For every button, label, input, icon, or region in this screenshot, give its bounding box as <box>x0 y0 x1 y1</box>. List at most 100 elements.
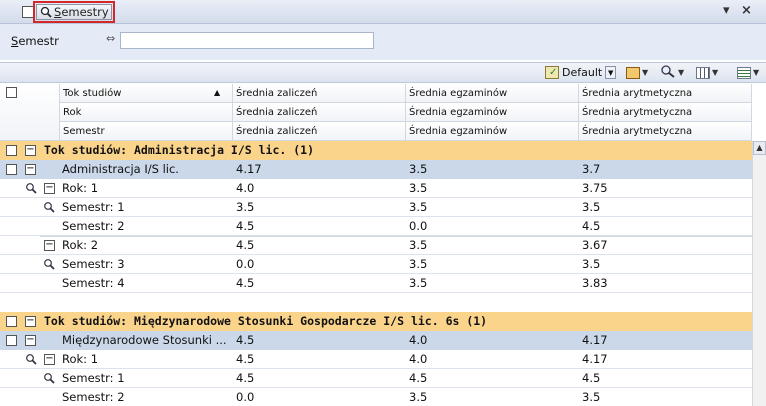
chevron-down-icon[interactable]: ▼ <box>753 68 759 77</box>
magnifier-icon <box>40 6 52 18</box>
collapse-icon[interactable]: − <box>25 335 36 346</box>
magnifier-icon[interactable] <box>43 372 55 387</box>
search-icon <box>660 64 676 81</box>
header-sem-srednia-zaliczen[interactable]: Średnia zaliczeń <box>233 122 406 141</box>
vertical-scrollbar[interactable]: ▲ <box>752 141 766 406</box>
header-sem-srednia-egzaminow[interactable]: Średnia egzaminów <box>406 122 579 141</box>
semestr-name: Semestr: 1 <box>62 200 125 214</box>
semestr-row[interactable]: Semestr: 3 0.0 3.5 3.5 <box>0 255 752 274</box>
semestry-accel: S <box>54 5 62 19</box>
srednia-zaliczen-value: 0.0 <box>236 257 255 271</box>
header-semestr[interactable]: Semestr <box>60 122 233 141</box>
collapse-icon[interactable]: − <box>25 316 36 327</box>
header-sem-srednia-arytmetyczna[interactable]: Średnia arytmetyczna <box>579 122 752 141</box>
srednia-egzaminow-value: 3.5 <box>409 390 428 404</box>
group-row[interactable]: − Tok studiów: Międzynarodowe Stosunki Go… <box>0 312 752 331</box>
srednia-arytmetyczna-value: 3.7 <box>582 162 601 176</box>
semestr-filter-input[interactable] <box>120 32 374 49</box>
srednia-arytmetyczna-value: 4.17 <box>582 333 608 347</box>
semestr-row[interactable]: Semestr: 2 0.0 3.5 3.5 <box>0 388 752 406</box>
grouping-button[interactable]: ▼ <box>737 63 759 82</box>
srednia-egzaminow-value: 3.5 <box>409 238 428 252</box>
rok-row[interactable]: − Rok: 2 4.5 3.5 3.67 <box>0 236 752 255</box>
layout-selector[interactable]: ✓ Default ▼ <box>545 63 617 82</box>
rok-name: Rok: 2 <box>62 238 99 252</box>
semestr-row[interactable]: Semestr: 1 4.5 4.5 4.5 <box>0 369 752 388</box>
srednia-zaliczen-value: 3.5 <box>236 200 255 214</box>
srednia-egzaminow-value: 3.5 <box>409 276 428 290</box>
chevron-down-icon[interactable]: ▼ <box>712 68 718 77</box>
chevron-down-icon[interactable]: ▼ <box>605 66 617 79</box>
srednia-arytmetyczna-value: 4.5 <box>582 219 601 233</box>
row-checkbox[interactable] <box>6 335 17 346</box>
data-grid: − Tok studiów: Administracja I/S lic. (1)… <box>0 141 752 406</box>
header-scroll-spacer <box>752 84 766 141</box>
clipboard-icon <box>626 66 640 79</box>
header-select-checkbox[interactable] <box>6 87 17 98</box>
header-tok-studiow[interactable]: Tok studiów <box>60 84 233 103</box>
sort-ascending-icon: ▲ <box>214 88 221 97</box>
columns-button[interactable]: ▼ <box>696 63 718 82</box>
header-srednia-zaliczen[interactable]: Średnia zaliczeń <box>233 84 406 103</box>
layout-label: Default <box>562 66 603 79</box>
srednia-egzaminow-value: 0.0 <box>409 219 428 233</box>
srednia-zaliczen-value: 4.5 <box>236 333 255 347</box>
magnifier-icon[interactable] <box>43 201 55 216</box>
srednia-arytmetyczna-value: 3.75 <box>582 181 608 195</box>
search-button[interactable]: ▼ <box>660 63 684 82</box>
header-rok-srednia-zaliczen[interactable]: Średnia zaliczeń <box>233 103 406 122</box>
srednia-egzaminow-value: 4.5 <box>409 371 428 385</box>
columns-icon <box>696 66 710 79</box>
tok-row[interactable]: − Administracja I/S lic. 4.17 3.5 3.7 <box>0 160 752 179</box>
semestr-row[interactable]: Semestr: 4 4.5 3.5 3.83 <box>0 274 752 293</box>
collapse-icon[interactable]: − <box>44 183 55 194</box>
header-srednia-arytmetyczna[interactable]: Średnia arytmetyczna <box>579 84 752 103</box>
export-button[interactable]: ▼ <box>626 63 648 82</box>
collapse-icon[interactable]: − <box>44 354 55 365</box>
scroll-up-arrow-icon[interactable]: ▲ <box>753 141 766 155</box>
tok-name: Międzynarodowe Stosunki ... <box>62 333 226 347</box>
srednia-arytmetyczna-value: 4.5 <box>582 371 601 385</box>
layout-icon: ✓ <box>545 66 559 79</box>
filter-operator-icon[interactable]: ⇔ <box>106 32 115 45</box>
header-srednia-egzaminow[interactable]: Średnia egzaminów <box>406 84 579 103</box>
rok-row[interactable]: − Rok: 1 4.0 3.5 3.75 <box>0 179 752 198</box>
collapse-icon[interactable]: − <box>44 240 55 251</box>
collapse-icon[interactable]: − <box>25 145 36 156</box>
semestr-row[interactable]: Semestr: 1 3.5 3.5 3.5 <box>0 198 752 217</box>
semestr-row[interactable]: Semestr: 2 4.5 0.0 4.5 <box>0 217 752 236</box>
rok-row[interactable]: − Rok: 1 4.5 4.0 4.17 <box>0 350 752 369</box>
collapse-icon[interactable]: − <box>25 164 36 175</box>
column-headers: Tok studiów ▲ Średnia zaliczeń Średnia e… <box>0 84 752 141</box>
srednia-zaliczen-value: 4.5 <box>236 276 255 290</box>
srednia-arytmetyczna-value: 3.67 <box>582 238 608 252</box>
rok-name: Rok: 1 <box>62 181 99 195</box>
chevron-down-icon[interactable]: ▼ <box>678 68 684 77</box>
row-checkbox[interactable] <box>6 316 17 327</box>
srednia-egzaminow-value: 3.5 <box>409 257 428 271</box>
semestry-label: emestry <box>61 5 109 19</box>
row-checkbox[interactable] <box>6 164 17 175</box>
magnifier-icon[interactable] <box>43 258 55 273</box>
group-row[interactable]: − Tok studiów: Administracja I/S lic. (1) <box>0 141 752 160</box>
pin-dropdown-icon[interactable]: ▾ <box>723 3 730 19</box>
tok-row[interactable]: − Międzynarodowe Stosunki ... 4.5 4.0 4.17 <box>0 331 752 350</box>
group-caption: Tok studiów: Międzynarodowe Stosunki Gos… <box>44 314 488 328</box>
semestr-filter-label: Semestr <box>11 34 59 48</box>
semestr-name: Semestr: 4 <box>62 276 125 290</box>
magnifier-icon[interactable] <box>25 353 37 368</box>
header-rok[interactable]: Rok <box>60 103 233 122</box>
row-checkbox[interactable] <box>6 145 17 156</box>
magnifier-icon[interactable] <box>25 182 37 197</box>
close-icon[interactable]: × <box>741 3 752 19</box>
semestry-button-highlight[interactable]: Semestry <box>33 1 115 23</box>
semestry-button[interactable]: Semestry <box>36 4 112 20</box>
header-rok-srednia-egzaminow[interactable]: Średnia egzaminów <box>406 103 579 122</box>
srednia-zaliczen-value: 4.5 <box>236 371 255 385</box>
grid-toolbar <box>0 62 766 83</box>
srednia-egzaminow-value: 4.0 <box>409 352 428 366</box>
header-rok-srednia-arytmetyczna[interactable]: Średnia arytmetyczna <box>579 103 752 122</box>
semestr-name: Semestr: 2 <box>62 219 125 233</box>
chevron-down-icon[interactable]: ▼ <box>642 68 648 77</box>
srednia-arytmetyczna-value: 3.5 <box>582 257 601 271</box>
